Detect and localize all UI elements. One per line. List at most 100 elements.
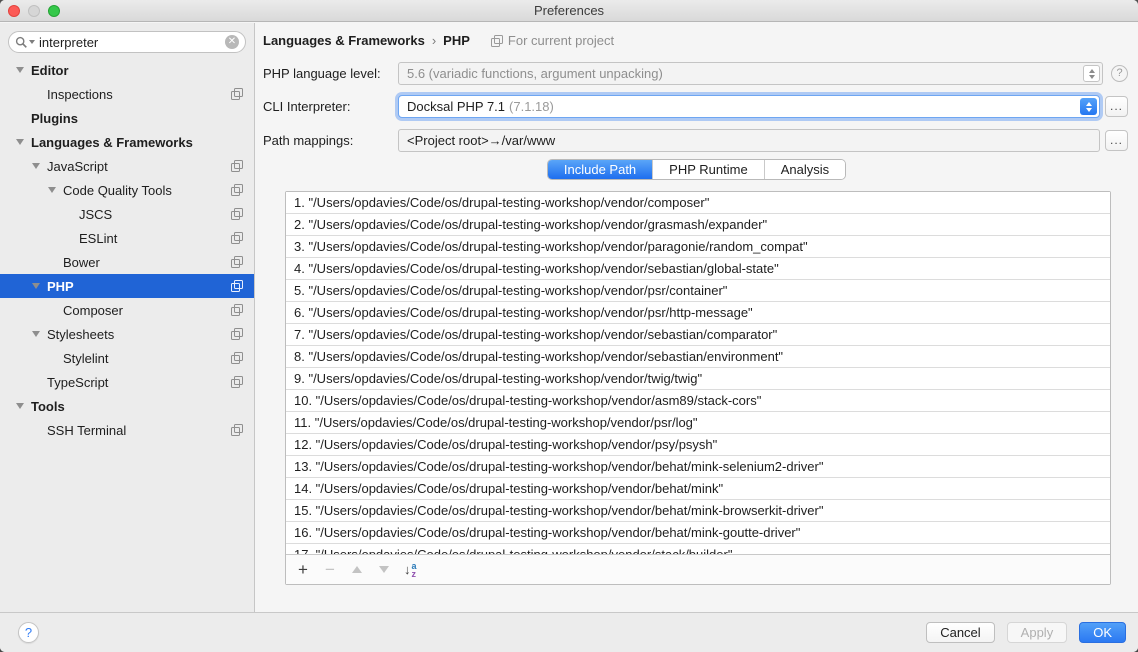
path-mappings-browse-button[interactable]: ... [1105,130,1128,151]
breadcrumb: Languages & Frameworks › PHP For current… [263,33,614,48]
include-path-list[interactable]: 1. "/Users/opdavies/Code/os/drupal-testi… [286,192,1110,555]
chevron-down-icon[interactable] [48,187,63,193]
sidebar-item-label: Bower [63,255,100,270]
cli-interpreter-select[interactable]: Docksal PHP 7.1 (7.1.18) [398,95,1100,118]
scope-label: For current project [508,33,614,48]
breadcrumb-parent[interactable]: Languages & Frameworks [263,33,425,48]
include-path-row[interactable]: 10. "/Users/opdavies/Code/os/drupal-test… [286,390,1110,412]
sidebar-item-editor[interactable]: Editor [0,58,254,82]
list-toolbar: + − ↓ a z [286,555,1110,584]
include-path-row[interactable]: 9. "/Users/opdavies/Code/os/drupal-testi… [286,368,1110,390]
per-project-settings-icon [231,304,243,319]
chevron-down-icon[interactable] [32,283,47,289]
sidebar-item-label: Inspections [47,87,113,102]
cli-interpreter-browse-button[interactable]: ... [1105,96,1128,117]
ok-button[interactable]: OK [1079,622,1126,643]
sidebar-item-javascript[interactable]: JavaScript [0,154,254,178]
sidebar-item-label: SSH Terminal [47,423,126,438]
sidebar-item-label: TypeScript [47,375,108,390]
include-path-row[interactable]: 14. "/Users/opdavies/Code/os/drupal-test… [286,478,1110,500]
sidebar-item-plugins[interactable]: Plugins [0,106,254,130]
traffic-lights [8,5,60,17]
stepper-icon [1083,65,1100,82]
sidebar-item-label: Composer [63,303,123,318]
sidebar-item-typescript[interactable]: TypeScript [0,370,254,394]
per-project-settings-icon [231,208,243,223]
tab-php-runtime[interactable]: PHP Runtime [652,160,764,179]
chevron-down-icon[interactable] [16,67,31,73]
include-path-row[interactable]: 6. "/Users/opdavies/Code/os/drupal-testi… [286,302,1110,324]
dialog-footer: ? Cancel Apply OK [0,612,1138,652]
settings-sidebar: ✕ Editor Inspections Plugins Languages &… [0,23,255,612]
per-project-settings-icon [231,328,243,343]
include-path-row[interactable]: 7. "/Users/opdavies/Code/os/drupal-testi… [286,324,1110,346]
include-path-panel: 1. "/Users/opdavies/Code/os/drupal-testi… [285,191,1111,585]
include-path-row[interactable]: 5. "/Users/opdavies/Code/os/drupal-testi… [286,280,1110,302]
help-button[interactable]: ? [18,622,39,643]
apply-button: Apply [1007,622,1068,643]
include-path-row[interactable]: 13. "/Users/opdavies/Code/os/drupal-test… [286,456,1110,478]
sidebar-item-bower[interactable]: Bower [0,250,254,274]
sidebar-item-label: Tools [31,399,65,414]
sidebar-item-label: Stylesheets [47,327,114,342]
per-project-settings-icon [231,88,243,103]
sidebar-item-label: Stylelint [63,351,109,366]
per-project-settings-icon [231,256,243,271]
sidebar-item-label: PHP [47,279,74,294]
chevron-down-icon[interactable] [32,331,47,337]
close-icon[interactable] [8,5,20,17]
include-path-row[interactable]: 2. "/Users/opdavies/Code/os/drupal-testi… [286,214,1110,236]
search-input[interactable] [39,35,225,50]
language-level-label: PHP language level: [263,66,398,81]
search-options-chevron-icon[interactable] [29,40,35,44]
chevron-down-icon[interactable] [32,163,47,169]
path-mappings-label: Path mappings: [263,133,398,148]
sidebar-item-jscs[interactable]: JSCS [0,202,254,226]
path-mappings-field[interactable]: <Project root>→/var/www [398,129,1100,152]
clear-search-icon[interactable]: ✕ [225,35,239,49]
chevron-down-icon[interactable] [16,139,31,145]
language-level-select[interactable]: 5.6 (variadic functions, argument unpack… [398,62,1103,85]
include-path-row[interactable]: 8. "/Users/opdavies/Code/os/drupal-testi… [286,346,1110,368]
sidebar-item-label: ESLint [79,231,117,246]
sidebar-item-eslint[interactable]: ESLint [0,226,254,250]
settings-content: Languages & Frameworks › PHP For current… [255,23,1138,612]
sidebar-item-tools[interactable]: Tools [0,394,254,418]
scope-indicator: For current project [491,33,614,48]
help-icon[interactable]: ? [1111,65,1128,82]
tab-analysis[interactable]: Analysis [764,160,845,179]
include-path-row[interactable]: 17. "/Users/opdavies/Code/os/drupal-test… [286,544,1110,555]
per-project-settings-icon [231,376,243,391]
sidebar-item-code-quality-tools[interactable]: Code Quality Tools [0,178,254,202]
include-path-row[interactable]: 4. "/Users/opdavies/Code/os/drupal-testi… [286,258,1110,280]
include-path-row[interactable]: 16. "/Users/opdavies/Code/os/drupal-test… [286,522,1110,544]
zoom-icon[interactable] [48,5,60,17]
sidebar-item-composer[interactable]: Composer [0,298,254,322]
tab-bar: Include PathPHP RuntimeAnalysis [547,159,846,180]
include-path-row[interactable]: 12. "/Users/opdavies/Code/os/drupal-test… [286,434,1110,456]
sidebar-item-ssh-terminal[interactable]: SSH Terminal [0,418,254,442]
minimize-icon [28,5,40,17]
include-path-row[interactable]: 15. "/Users/opdavies/Code/os/drupal-test… [286,500,1110,522]
sidebar-item-inspections[interactable]: Inspections [0,82,254,106]
cancel-button[interactable]: Cancel [926,622,994,643]
include-path-row[interactable]: 1. "/Users/opdavies/Code/os/drupal-testi… [286,192,1110,214]
sidebar-item-languages-frameworks[interactable]: Languages & Frameworks [0,130,254,154]
sidebar-item-stylelint[interactable]: Stylelint [0,346,254,370]
sidebar-item-stylesheets[interactable]: Stylesheets [0,322,254,346]
include-path-row[interactable]: 3. "/Users/opdavies/Code/os/drupal-testi… [286,236,1110,258]
tab-include-path[interactable]: Include Path [548,160,652,179]
chevron-down-icon[interactable] [16,403,31,409]
add-path-icon[interactable]: + [296,562,310,578]
include-path-row[interactable]: 11. "/Users/opdavies/Code/os/drupal-test… [286,412,1110,434]
sidebar-item-label: Code Quality Tools [63,183,172,198]
search-icon [15,36,35,49]
stepper-icon[interactable] [1080,98,1097,115]
settings-search-box[interactable]: ✕ [8,31,246,53]
per-project-settings-icon [231,280,243,295]
sidebar-item-label: JavaScript [47,159,108,174]
sidebar-item-label: Plugins [31,111,78,126]
sidebar-item-php[interactable]: PHP [0,274,254,298]
sort-alphabetically-icon[interactable]: ↓ a z [404,562,417,578]
per-project-settings-icon [231,352,243,367]
